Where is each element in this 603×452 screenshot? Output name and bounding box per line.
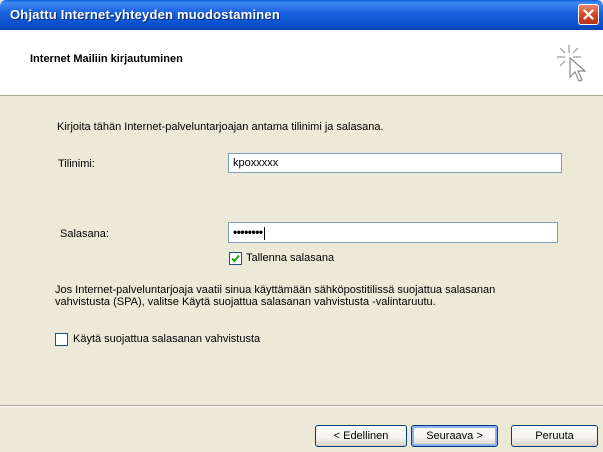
checkmark-icon (231, 254, 240, 263)
username-label: Tilinimi: (58, 158, 95, 170)
save-password-label[interactable]: Tallenna salasana (246, 252, 334, 264)
username-value: kpoxxxxx (233, 157, 279, 169)
spa-checkbox[interactable] (55, 333, 68, 346)
spa-label[interactable]: Käytä suojattua salasanan vahvistusta (73, 333, 260, 345)
wizard-header: Internet Mailiin kirjautuminen (0, 30, 603, 96)
next-button[interactable]: Seuraava > (411, 425, 498, 447)
wizard-window: Ohjattu Internet-yhteyden muodostaminen … (0, 0, 603, 452)
footer-separator (0, 405, 603, 407)
wizard-cursor-icon (557, 45, 587, 82)
close-icon (583, 9, 594, 20)
password-label: Salasana: (60, 228, 109, 240)
window-title: Ohjattu Internet-yhteyden muodostaminen (10, 7, 280, 22)
text-caret (263, 226, 265, 240)
cancel-button[interactable]: Peruuta (511, 425, 598, 447)
back-button[interactable]: < Edellinen (315, 425, 407, 447)
instruction-text: Kirjoita tähän Internet-palveluntarjoaja… (57, 121, 384, 133)
save-password-checkbox[interactable] (229, 252, 242, 265)
spa-description: Jos Internet-palveluntarjoaja vaatii sin… (55, 284, 496, 308)
password-value: •••••••• (233, 225, 263, 239)
password-field[interactable]: •••••••• (228, 222, 558, 243)
title-bar[interactable]: Ohjattu Internet-yhteyden muodostaminen (0, 0, 603, 30)
page-title: Internet Mailiin kirjautuminen (30, 53, 183, 65)
close-button[interactable] (578, 4, 599, 25)
username-field[interactable]: kpoxxxxx (228, 153, 562, 173)
